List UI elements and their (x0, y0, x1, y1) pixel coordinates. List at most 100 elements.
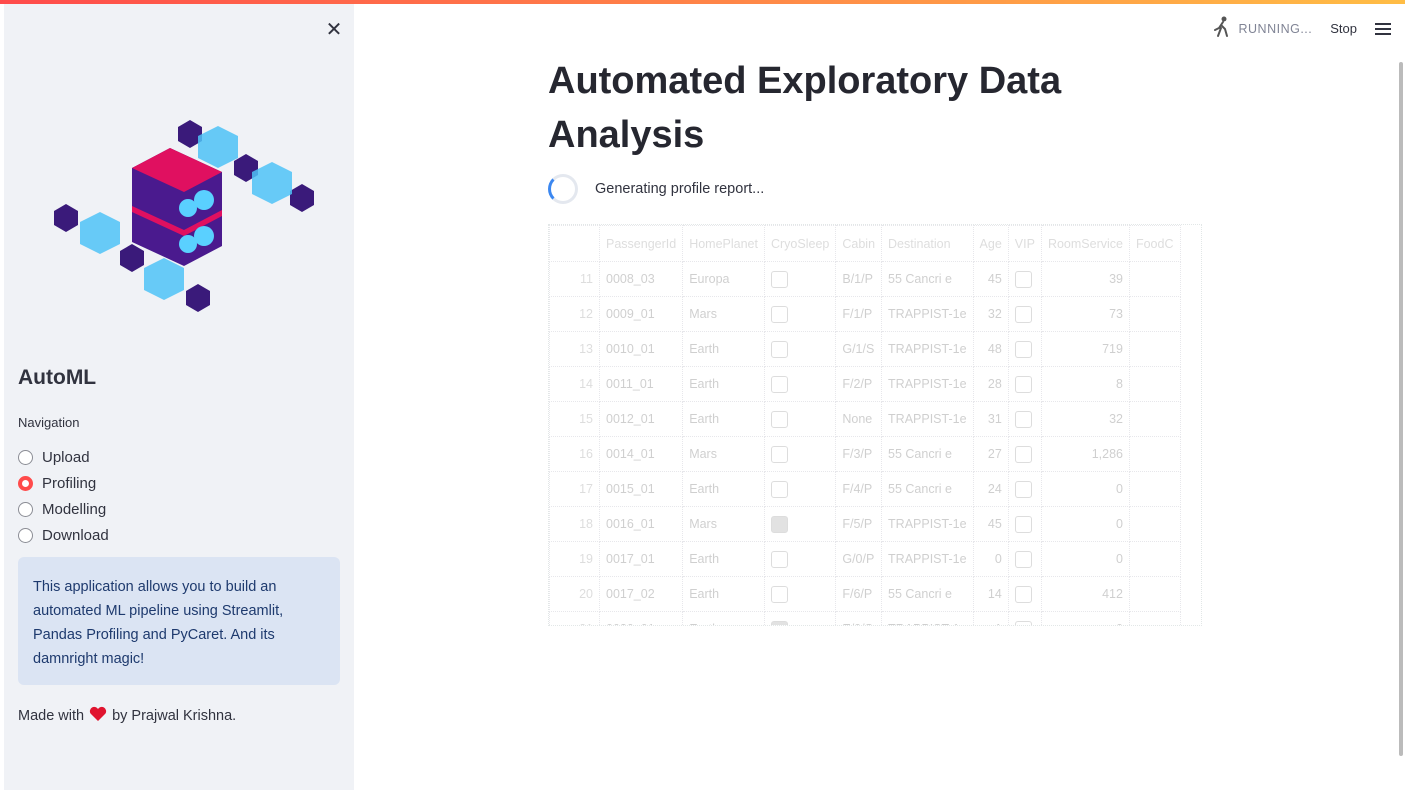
column-header[interactable]: Destination (881, 225, 974, 262)
column-header[interactable]: FoodC (1128, 225, 1181, 262)
vip-cell (1007, 611, 1042, 625)
dataframe-preview[interactable]: PassengerId HomePlanet CryoSleep Cabin D… (548, 224, 1202, 626)
age-cell: 27 (972, 436, 1009, 472)
room-service-cell: 1,286 (1040, 436, 1130, 472)
destination-cell: 55 Cancri e (881, 436, 974, 472)
checkbox-icon (770, 340, 788, 358)
vip-cell (1007, 261, 1042, 297)
age-cell: 31 (972, 401, 1009, 437)
checkbox-icon (770, 585, 788, 603)
column-header[interactable]: Cabin (835, 225, 883, 262)
loading-status: Generating profile report... (548, 174, 764, 204)
table-row: 18 0016_01 Mars F/5/P TRAPPIST-1e 45 0 (549, 506, 1181, 542)
running-status-text: RUNNING... (1238, 21, 1313, 36)
checkbox-icon (770, 620, 788, 625)
table-row: 13 0010_01 Earth G/1/S TRAPPIST-1e 48 719 (549, 331, 1181, 367)
food-court-cell (1128, 401, 1181, 437)
passenger-id-cell: 0017_02 (598, 576, 684, 612)
credit-suffix: by Prajwal Krishna. (112, 708, 237, 724)
page-title: Automated Exploratory Data Analysis (548, 60, 1062, 156)
home-planet-cell: Earth (682, 401, 765, 437)
page-scrollbar[interactable] (1399, 62, 1403, 756)
hamburger-menu-icon[interactable] (1375, 20, 1391, 38)
loading-text: Generating profile report... (595, 181, 765, 197)
cryosleep-cell (763, 331, 837, 367)
food-court-cell (1128, 506, 1181, 542)
home-planet-cell: Earth (682, 611, 765, 625)
checkbox-icon (1014, 375, 1032, 393)
room-service-cell: 8 (1040, 366, 1130, 402)
passenger-id-cell: 0010_01 (598, 331, 684, 367)
column-header[interactable] (549, 225, 600, 262)
close-sidebar-icon[interactable]: ✕ (324, 20, 344, 40)
heart-icon (89, 706, 107, 726)
age-cell: 45 (972, 261, 1009, 297)
column-header[interactable]: HomePlanet (682, 225, 765, 262)
cabin-cell: G/1/S (835, 331, 883, 367)
cabin-cell: None (835, 401, 883, 437)
checkbox-icon (770, 305, 788, 323)
food-court-cell (1128, 541, 1181, 577)
home-planet-cell: Earth (682, 366, 765, 402)
table-row: 16 0014_01 Mars F/3/P 55 Cancri e 27 1,286 (549, 436, 1181, 472)
navigation-radio-group: Upload Profiling Modelling Download (18, 444, 109, 548)
destination-cell: TRAPPIST-1e (881, 366, 974, 402)
radio-checked-icon[interactable] (18, 475, 33, 491)
age-cell: 1 (972, 611, 1009, 625)
vip-cell (1007, 366, 1042, 402)
automl-hero-illustration (54, 120, 314, 312)
nav-option-profiling[interactable]: Profiling (18, 470, 109, 496)
food-court-cell (1128, 471, 1181, 507)
table-row: 19 0017_01 Earth G/0/P TRAPPIST-1e 0 0 (549, 541, 1181, 577)
vip-cell (1007, 296, 1042, 332)
footer-credit: Made with by Prajwal Krishna. (18, 706, 236, 726)
destination-cell: TRAPPIST-1e (881, 611, 974, 625)
age-cell: 0 (972, 541, 1009, 577)
age-cell: 28 (972, 366, 1009, 402)
column-header[interactable]: RoomService (1040, 225, 1130, 262)
stop-button[interactable]: Stop (1330, 21, 1357, 36)
vip-cell (1007, 471, 1042, 507)
destination-cell: TRAPPIST-1e (881, 331, 974, 367)
home-planet-cell: Earth (682, 471, 765, 507)
nav-option-upload[interactable]: Upload (18, 444, 109, 470)
checkbox-icon (770, 515, 788, 533)
column-header[interactable]: PassengerId (598, 225, 684, 262)
passenger-id-cell: 0020_01 (598, 611, 684, 625)
radio-unchecked-icon[interactable] (18, 527, 33, 543)
cryosleep-cell (763, 576, 837, 612)
row-index-cell: 11 (549, 261, 600, 297)
destination-cell: 55 Cancri e (881, 576, 974, 612)
passenger-id-cell: 0008_03 (598, 261, 684, 297)
cabin-cell: F/6/P (835, 576, 883, 612)
vip-cell (1007, 541, 1042, 577)
row-index-cell: 15 (549, 401, 600, 437)
food-court-cell (1128, 436, 1181, 472)
nav-option-download[interactable]: Download (18, 522, 109, 548)
home-planet-cell: Mars (682, 296, 765, 332)
column-header[interactable]: VIP (1007, 225, 1042, 262)
passenger-id-cell: 0011_01 (598, 366, 684, 402)
nav-option-label: Download (42, 526, 109, 544)
age-cell: 45 (972, 506, 1009, 542)
cabin-cell: B/1/P (835, 261, 883, 297)
age-cell: 24 (972, 471, 1009, 507)
checkbox-icon (1014, 480, 1032, 498)
column-header[interactable]: Age (972, 225, 1009, 262)
age-cell: 14 (972, 576, 1009, 612)
room-service-cell: 39 (1040, 261, 1130, 297)
table-row: 15 0012_01 Earth None TRAPPIST-1e 31 32 (549, 401, 1181, 437)
food-court-cell (1128, 576, 1181, 612)
radio-unchecked-icon[interactable] (18, 449, 33, 465)
passenger-id-cell: 0015_01 (598, 471, 684, 507)
table-row: 12 0009_01 Mars F/1/P TRAPPIST-1e 32 73 (549, 296, 1181, 332)
radio-unchecked-icon[interactable] (18, 501, 33, 517)
credit-prefix: Made with (18, 708, 85, 724)
column-header[interactable]: CryoSleep (763, 225, 837, 262)
vip-cell (1007, 401, 1042, 437)
loading-spinner-icon (548, 174, 578, 204)
cryosleep-cell (763, 436, 837, 472)
checkbox-icon (770, 375, 788, 393)
row-index-cell: 17 (549, 471, 600, 507)
nav-option-modelling[interactable]: Modelling (18, 496, 109, 522)
